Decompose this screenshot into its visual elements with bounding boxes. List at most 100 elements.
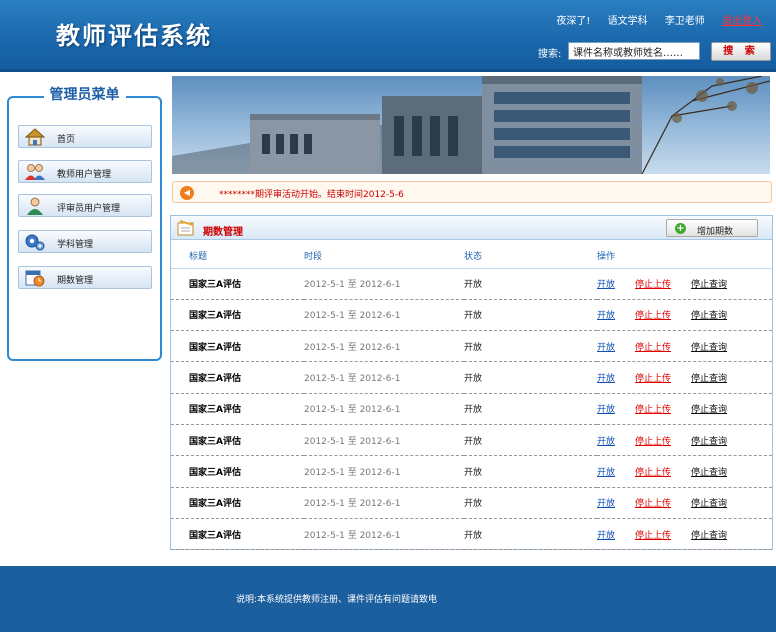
open-link[interactable]: 开放 (597, 499, 615, 509)
period-actions: 开放 停止上传 停止查询 (597, 330, 772, 363)
table-row: 国家三A评估 2012-5-1 至 2012-6-1 开放 开放 停止上传 停止查询 (171, 518, 772, 551)
period-range: 2012-5-1 至 2012-6-1 (304, 299, 464, 332)
stop-query-link[interactable]: 停止查询 (691, 311, 727, 321)
period-status: 开放 (464, 518, 597, 551)
period-actions: 开放 停止上传 停止查询 (597, 268, 772, 300)
period-range: 2012-5-1 至 2012-6-1 (304, 268, 464, 300)
notice-text: ********期评审活动开始。结束时间2012-5-6 (219, 190, 404, 200)
period-status: 开放 (464, 487, 597, 519)
notebook-icon (177, 220, 194, 236)
logout-link[interactable]: 退出登入 (722, 16, 762, 27)
period-table: 标题 时段 状态 操作 国家三A评估 2012-5-1 至 2012-6-1 开放开… (171, 244, 772, 551)
user-bar: 夜深了! 语文学科 李卫老师 退出登入 (542, 12, 762, 27)
column-header-title: 标题 (171, 244, 304, 269)
table-row: 国家三A评估 2012-5-1 至 2012-6-1 开放 开放 停止上传 停止查询 (171, 455, 772, 488)
stop-upload-link[interactable]: 停止上传 (635, 311, 671, 321)
stop-query-link[interactable]: 停止查询 (691, 468, 727, 478)
greeting-text: 夜深了! (556, 16, 591, 27)
open-link[interactable]: 开放 (597, 468, 615, 478)
stop-upload-link[interactable]: 停止上传 (635, 468, 671, 478)
stop-query-link[interactable]: 停止查询 (691, 374, 727, 384)
column-header-status: 状态 (464, 244, 597, 269)
stop-upload-link[interactable]: 停止上传 (635, 280, 671, 290)
speaker-icon: ◀ (180, 186, 194, 200)
notice-bar: ◀ ********期评审活动开始。结束时间2012-5-6 (172, 181, 772, 203)
stop-upload-link[interactable]: 停止上传 (635, 343, 671, 353)
stop-query-link[interactable]: 停止查询 (691, 437, 727, 447)
period-actions: 开放 停止上传 停止查询 (597, 361, 772, 394)
search-input[interactable] (568, 42, 700, 60)
open-link[interactable]: 开放 (597, 374, 615, 384)
building-illustration (172, 76, 770, 174)
header: 教师评估系统 夜深了! 语文学科 李卫老师 退出登入 搜索: 搜 索 (0, 0, 776, 72)
stop-query-link[interactable]: 停止查询 (691, 405, 727, 415)
stop-query-link[interactable]: 停止查询 (691, 531, 727, 541)
period-status: 开放 (464, 455, 597, 488)
period-title: 国家三A评估 (171, 299, 304, 332)
calendar-clock-icon (25, 270, 45, 287)
period-title: 国家三A评估 (171, 393, 304, 425)
stop-upload-link[interactable]: 停止上传 (635, 499, 671, 509)
stop-upload-link[interactable]: 停止上传 (635, 405, 671, 415)
add-period-button[interactable]: + 增加期数 (666, 219, 758, 237)
open-link[interactable]: 开放 (597, 311, 615, 321)
period-actions: 开放 停止上传 停止查询 (597, 518, 772, 551)
table-row: 国家三A评估 2012-5-1 至 2012-6-1 开放 开放 停止上传 停止查询 (171, 361, 772, 394)
home-icon (24, 128, 46, 146)
stop-upload-link[interactable]: 停止上传 (635, 374, 671, 384)
plus-icon: + (675, 223, 686, 234)
app-logo: 教师评估系统 (56, 22, 212, 50)
banner-image (172, 76, 770, 174)
add-period-label: 增加期数 (697, 227, 734, 237)
menu-item-teacher-users[interactable]: 教师用户管理 (18, 160, 152, 183)
user-name: 李卫老师 (664, 16, 705, 27)
header-stripe (0, 69, 776, 72)
period-status: 开放 (464, 424, 597, 457)
open-link[interactable]: 开放 (597, 343, 615, 353)
period-title: 国家三A评估 (171, 424, 304, 457)
period-actions: 开放 停止上传 停止查询 (597, 487, 772, 519)
table-row: 国家三A评估 2012-5-1 至 2012-6-1 开放 开放 停止上传 停止查询 (171, 268, 772, 300)
period-title: 国家三A评估 (171, 487, 304, 519)
open-link[interactable]: 开放 (597, 405, 615, 415)
menu-item-label: 期数管理 (57, 276, 94, 286)
column-header-period: 时段 (304, 244, 464, 269)
panel-header: 期数管理 + 增加期数 (171, 216, 772, 240)
table-row: 国家三A评估 2012-5-1 至 2012-6-1 开放 开放 停止上传 停止查询 (171, 330, 772, 363)
admin-menu: 管理员菜单 首页 教师用户管理 评审员用户管理 学科管理 期数管理 (7, 87, 162, 361)
open-link[interactable]: 开放 (597, 280, 615, 290)
menu-item-label: 学科管理 (57, 240, 94, 250)
menu-item-periods[interactable]: 期数管理 (18, 266, 152, 289)
period-actions: 开放 停止上传 停止查询 (597, 455, 772, 488)
menu-item-reviewer-users[interactable]: 评审员用户管理 (18, 194, 152, 217)
stop-query-link[interactable]: 停止查询 (691, 499, 727, 509)
period-title: 国家三A评估 (171, 268, 304, 300)
stop-query-link[interactable]: 停止查询 (691, 280, 727, 290)
stop-upload-link[interactable]: 停止上传 (635, 531, 671, 541)
menu-item-label: 教师用户管理 (57, 170, 112, 180)
reviewer-icon (27, 197, 43, 215)
subject-text: 语文学科 (607, 16, 648, 27)
period-status: 开放 (464, 361, 597, 394)
menu-title: 管理员菜单 (9, 84, 160, 104)
period-title: 国家三A评估 (171, 330, 304, 363)
period-status: 开放 (464, 299, 597, 332)
period-title: 国家三A评估 (171, 361, 304, 394)
stop-query-link[interactable]: 停止查询 (691, 343, 727, 353)
open-link[interactable]: 开放 (597, 531, 615, 541)
open-link[interactable]: 开放 (597, 437, 615, 447)
search-label: 搜索: (538, 49, 562, 60)
menu-item-home[interactable]: 首页 (18, 125, 152, 148)
footer: 说明:本系统提供教师注册、课件评估有问题请致电 (0, 566, 776, 632)
table-row: 国家三A评估 2012-5-1 至 2012-6-1 开放 开放 停止上传 停止查询 (171, 393, 772, 425)
stop-upload-link[interactable]: 停止上传 (635, 437, 671, 447)
gears-icon (25, 234, 45, 251)
teachers-icon (25, 164, 45, 180)
menu-title-text: 管理员菜单 (43, 87, 126, 103)
period-actions: 开放 停止上传 停止查询 (597, 299, 772, 332)
search-button[interactable]: 搜 索 (711, 42, 771, 61)
menu-item-label: 首页 (57, 135, 76, 145)
period-status: 开放 (464, 330, 597, 363)
period-range: 2012-5-1 至 2012-6-1 (304, 330, 464, 363)
menu-item-subjects[interactable]: 学科管理 (18, 230, 152, 253)
